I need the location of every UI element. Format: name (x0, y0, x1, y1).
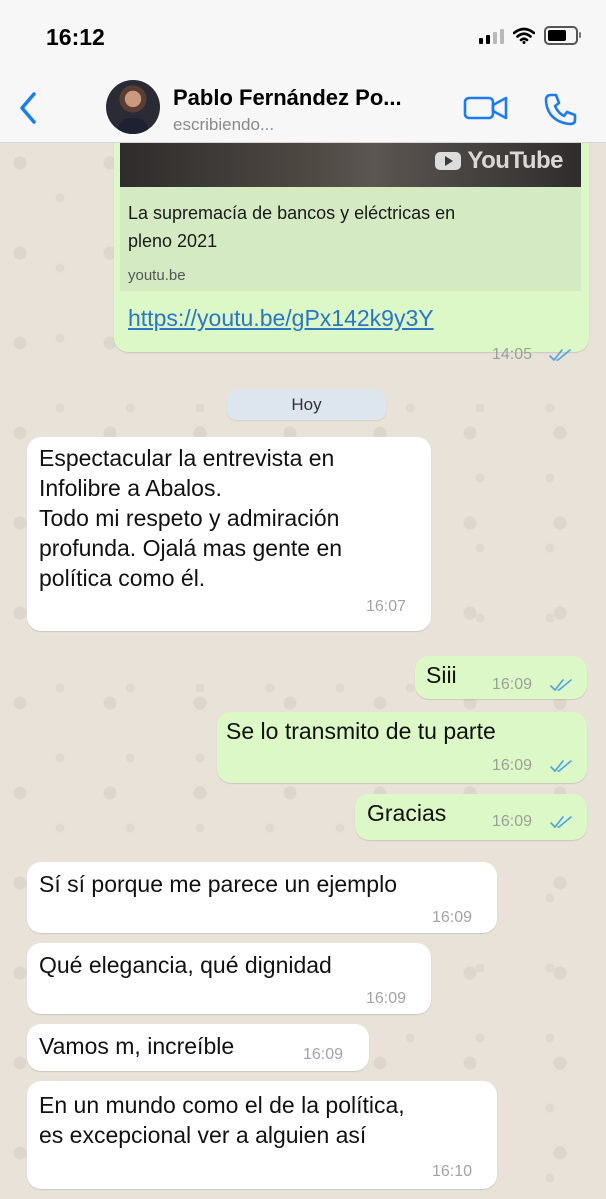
phone-icon[interactable] (543, 91, 579, 127)
message-time: 14:05 (492, 346, 533, 363)
message-text: Siii (426, 662, 457, 688)
day-separator: Hoy (227, 390, 386, 420)
message-time: 16:09 (432, 909, 473, 926)
message-text: Vamos m, increíble (39, 1033, 235, 1059)
incoming-message[interactable]: Espectacular la entrevista en Infolibre … (27, 437, 431, 631)
message-time: 16:09 (303, 1046, 344, 1063)
double-check-icon (550, 816, 572, 829)
chat-header: Pablo Fernández Po... escribiendo... (0, 76, 606, 143)
message-text: Gracias (367, 800, 447, 826)
incoming-message[interactable]: Qué elegancia, qué dignidad 16:09 (27, 943, 431, 1014)
message-link[interactable]: https://youtu.be/gPx142k9y3Y (128, 305, 434, 332)
youtube-logo: YouTube (435, 147, 563, 175)
message-time: 16:10 (432, 1163, 473, 1180)
double-check-icon (549, 349, 571, 362)
message-text: Qué elegancia, qué dignidad (39, 952, 332, 978)
message-time: 16:09 (492, 757, 533, 774)
double-check-icon (550, 760, 572, 773)
message-text: Se lo transmito de tu parte (226, 718, 496, 744)
message-text: Sí sí porque me parece un ejemplo (39, 871, 397, 897)
message-text: Espectacular la entrevista en Infolibre … (39, 445, 343, 591)
message-time: 16:07 (366, 598, 407, 615)
status-icons (479, 26, 581, 45)
typing-status: escribiendo... (173, 115, 275, 134)
double-check-icon (550, 679, 572, 692)
chat-area[interactable]: YouTube La supremacía de bancos y eléctr… (0, 143, 606, 1199)
battery-icon (544, 26, 581, 45)
preview-domain: youtu.be (128, 267, 186, 284)
outgoing-message[interactable]: Se lo transmito de tu parte 16:09 (217, 712, 587, 783)
status-time: 16:12 (46, 24, 105, 50)
signal-icon (479, 28, 504, 44)
youtube-brand: YouTube (467, 147, 563, 174)
contact-name[interactable]: Pablo Fernández Po... (173, 85, 402, 111)
status-bar: 16:12 (0, 0, 606, 76)
message-time: 16:09 (492, 676, 533, 693)
outgoing-message[interactable]: Siii 16:09 (415, 656, 587, 699)
incoming-message[interactable]: Sí sí porque me parece un ejemplo 16:09 (27, 862, 497, 933)
incoming-message[interactable]: Vamos m, increíble 16:09 (27, 1024, 369, 1071)
incoming-message[interactable]: En un mundo como el de la política, es e… (27, 1081, 497, 1189)
wifi-icon (513, 27, 535, 44)
preview-title: La supremacía de bancos y eléctricas en … (128, 203, 456, 251)
message-time: 16:09 (366, 990, 407, 1007)
chevron-left-icon[interactable] (10, 88, 44, 128)
avatar[interactable] (106, 80, 160, 134)
message-time: 16:09 (492, 813, 533, 830)
link-preview[interactable]: La supremacía de bancos y eléctricas en … (120, 187, 581, 291)
play-icon (435, 152, 462, 170)
video-camera-icon[interactable] (462, 93, 510, 123)
video-thumbnail[interactable]: YouTube (120, 143, 581, 187)
message-text: En un mundo como el de la política, es e… (39, 1092, 405, 1148)
outgoing-message[interactable]: Gracias 16:09 (355, 794, 587, 840)
